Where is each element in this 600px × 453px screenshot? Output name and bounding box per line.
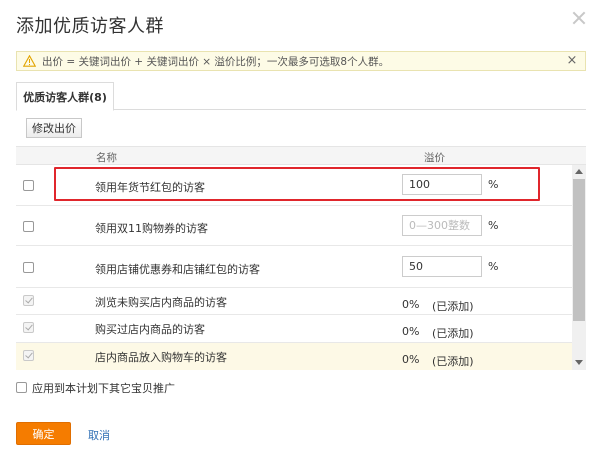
column-header-name: 名称 — [96, 152, 117, 164]
edit-bid-button[interactable]: 修改出价 — [26, 118, 82, 138]
dialog-title: 添加优质访客人群 — [16, 16, 164, 37]
percent-label: % — [488, 178, 499, 191]
row-checkbox[interactable] — [23, 221, 34, 232]
premium-input[interactable] — [402, 174, 482, 195]
notice-text: 出价 = 关键词出价 + 关键词出价 × 溢价比例；一次最多可选取8个人群。 — [42, 55, 390, 68]
row-name: 浏览未购买店内商品的访客 — [95, 296, 227, 309]
row-checkbox[interactable] — [23, 180, 34, 191]
scroll-down-icon[interactable] — [572, 356, 586, 370]
tab-quality-visitors[interactable]: 优质访客人群(8) — [16, 82, 114, 111]
tab-strip: 优质访客人群(8) — [16, 82, 586, 111]
row-checkbox[interactable] — [23, 262, 34, 273]
premium-value: 0% — [402, 325, 420, 338]
table-row: 领用年货节红包的访客 % — [16, 165, 572, 206]
row-name: 领用双11购物券的访客 — [95, 222, 208, 235]
scroll-up-icon[interactable] — [572, 165, 586, 179]
premium-value: 0% — [402, 353, 420, 366]
notice-close-button[interactable]: × — [566, 54, 578, 68]
percent-label: % — [488, 260, 499, 273]
cancel-link[interactable]: 取消 — [88, 427, 110, 443]
close-icon[interactable] — [572, 11, 586, 25]
confirm-button[interactable]: 确定 — [16, 422, 71, 445]
table-row: 购买过店内商品的访客 0% (已添加) — [16, 315, 572, 343]
scroll-thumb[interactable] — [573, 179, 585, 321]
added-status: (已添加) — [432, 327, 474, 340]
percent-label: % — [488, 219, 499, 232]
table-body: 领用年货节红包的访客 % 领用双11购物券的访客 % 领用店铺优惠券和店铺红包的… — [16, 165, 572, 370]
row-checkbox-disabled — [23, 322, 34, 333]
premium-input[interactable] — [402, 256, 482, 277]
row-name: 购买过店内商品的访客 — [95, 323, 205, 336]
row-checkbox-disabled — [23, 295, 34, 306]
column-header-premium: 溢价 — [424, 152, 445, 164]
row-checkbox-disabled — [23, 350, 34, 361]
notice-bar: 出价 = 关键词出价 + 关键词出价 × 溢价比例；一次最多可选取8个人群。 × — [16, 51, 586, 71]
table-header: 名称 溢价 — [16, 146, 586, 165]
apply-other-label: 应用到本计划下其它宝贝推广 — [32, 382, 175, 395]
table-row: 领用双11购物券的访客 % — [16, 206, 572, 246]
row-name: 领用店铺优惠券和店铺红包的访客 — [95, 263, 260, 276]
table-row: 浏览未购买店内商品的访客 0% (已添加) — [16, 288, 572, 315]
added-status: (已添加) — [432, 355, 474, 368]
table-scrollbar[interactable] — [572, 165, 586, 370]
row-name: 店内商品放入购物车的访客 — [95, 351, 227, 364]
table-row: 店内商品放入购物车的访客 0% (已添加) — [16, 343, 572, 370]
added-status: (已添加) — [432, 300, 474, 313]
premium-value: 0% — [402, 298, 420, 311]
premium-input[interactable] — [402, 215, 482, 236]
row-name: 领用年货节红包的访客 — [95, 181, 205, 194]
table-row: 领用店铺优惠券和店铺红包的访客 % — [16, 246, 572, 288]
crowd-table: 名称 溢价 领用年货节红包的访客 % 领用双11购物券的访客 % 领用店铺优惠券… — [16, 146, 586, 370]
warning-icon — [23, 55, 36, 67]
apply-other-checkbox[interactable] — [16, 382, 27, 393]
